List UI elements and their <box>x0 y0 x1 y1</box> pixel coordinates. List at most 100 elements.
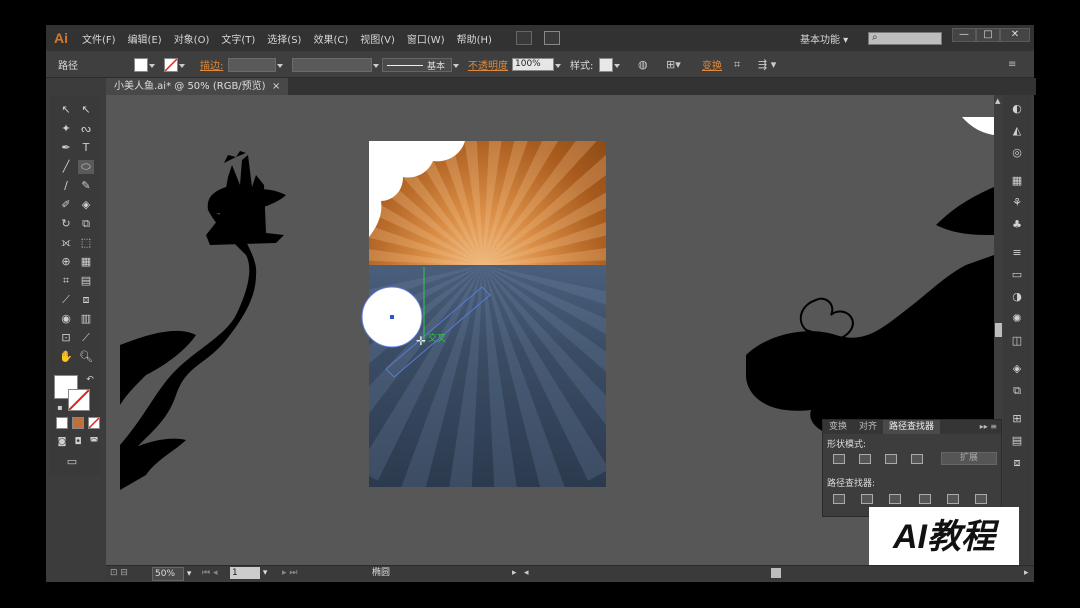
lasso-tool-icon[interactable]: ᔓ <box>78 122 94 136</box>
gradient-tool-icon[interactable]: ▤ <box>78 274 94 288</box>
opacity-field[interactable]: 100% <box>512 58 554 71</box>
outline-button[interactable] <box>947 494 959 504</box>
menu-item-1[interactable]: 编辑(E) <box>122 31 168 46</box>
artboards-icon[interactable]: ⧉ <box>1010 385 1024 397</box>
tab-align[interactable]: 对齐 <box>853 420 883 434</box>
close-tab-icon[interactable]: × <box>272 81 280 92</box>
mesh-tool-icon[interactable]: ⌗ <box>58 274 74 288</box>
gradient-icon[interactable]: ▭ <box>1010 269 1024 281</box>
gradient-mode-icon[interactable] <box>72 417 84 429</box>
artboard-number-field[interactable]: 1 ▾ <box>230 567 267 579</box>
width-tool-icon[interactable]: ⟗ <box>58 236 74 250</box>
intersect-button[interactable] <box>885 454 897 464</box>
vertical-scroll-thumb[interactable] <box>995 323 1002 337</box>
zoom-tool-icon[interactable]: 🔍︎ <box>78 350 94 364</box>
scroll-up-icon[interactable]: ▲ <box>995 97 1000 105</box>
brushes-icon[interactable]: ⚘ <box>1010 197 1024 209</box>
horizontal-scroll-thumb[interactable] <box>771 568 781 578</box>
appearance-sun-icon[interactable]: ✺ <box>1010 313 1024 325</box>
swatches-icon[interactable]: ▦ <box>1010 175 1024 187</box>
magic-wand-tool-icon[interactable]: ✦ <box>58 122 74 136</box>
artboard-tool-icon[interactable]: ⊡ <box>58 331 74 345</box>
scale-tool-icon[interactable]: ⧉ <box>78 217 94 231</box>
swap-fill-stroke-icon[interactable]: ↶ <box>82 373 98 387</box>
transform-link[interactable]: 变换 <box>702 51 722 78</box>
menu-item-2[interactable]: 对象(O) <box>168 31 216 46</box>
exclude-button[interactable] <box>911 454 923 464</box>
crop-button[interactable] <box>919 494 931 504</box>
stroke-dropdown-icon[interactable] <box>178 59 186 71</box>
stroke-swatch[interactable] <box>164 57 178 72</box>
default-colors-icon[interactable]: ▪ <box>52 401 68 415</box>
stroke-label[interactable]: 描边: <box>200 51 223 78</box>
search-input[interactable]: ⌕ <box>868 32 942 45</box>
stroke-color-box[interactable] <box>68 389 90 411</box>
brush-definition-field[interactable]: 基本 <box>382 57 452 72</box>
selection-tool-icon[interactable]: ↖ <box>58 103 74 117</box>
line-tool-icon[interactable]: ╱ <box>58 160 74 174</box>
pen-tool-icon[interactable]: ✒ <box>58 141 74 155</box>
more-options-icon[interactable]: ⇶ ▾ <box>758 51 776 78</box>
menu-item-8[interactable]: 帮助(H) <box>451 31 498 46</box>
align-options-icon[interactable]: ⊞▾ <box>666 51 681 78</box>
pathfinder-icon[interactable]: ⧈ <box>1010 457 1024 469</box>
trim-button[interactable] <box>861 494 873 504</box>
ellipse-tool-icon[interactable]: ⬭ <box>78 160 94 174</box>
draw-inside-icon[interactable]: ◚ <box>86 435 102 449</box>
screen-mode-icon[interactable]: ▭ <box>64 455 80 469</box>
isolate-object-icon[interactable]: ⌗ <box>734 51 740 78</box>
layers-icon[interactable]: ◈ <box>1010 363 1024 375</box>
tab-transform[interactable]: 变换 <box>823 420 853 434</box>
draw-behind-icon[interactable]: ◘ <box>70 435 86 449</box>
menu-item-6[interactable]: 视图(V) <box>354 31 401 46</box>
direct-selection-tool-icon[interactable]: ↖ <box>78 103 94 117</box>
color-guide-icon[interactable]: ◐ <box>1010 103 1024 115</box>
opacity-dropdown-icon[interactable] <box>554 59 562 71</box>
free-transform-tool-icon[interactable]: ⬚ <box>78 236 94 250</box>
variable-width-dropdown-icon[interactable] <box>372 59 380 71</box>
maximize-button[interactable]: □ <box>976 28 1000 42</box>
tab-pathfinder[interactable]: 路径查找器 <box>883 420 941 434</box>
stroke-weight-field[interactable] <box>228 57 276 72</box>
pencil-tool-icon[interactable]: ✎ <box>78 179 94 193</box>
menu-item-4[interactable]: 选择(S) <box>261 31 307 46</box>
type-tool-icon[interactable]: T <box>78 141 94 155</box>
minimize-button[interactable]: — <box>952 28 976 42</box>
draw-normal-icon[interactable]: ◙ <box>54 435 70 449</box>
blend-tool-icon[interactable]: ⧈ <box>78 293 94 307</box>
expand-button[interactable]: 扩展 <box>941 452 997 465</box>
transparency-icon[interactable]: ◑ <box>1010 291 1024 303</box>
eraser-tool-icon[interactable]: ◈ <box>78 198 94 212</box>
stroke-icon[interactable]: ≡ <box>1010 247 1024 259</box>
column-graph-tool-icon[interactable]: ▥ <box>78 312 94 326</box>
menu-item-0[interactable]: 文件(F) <box>76 31 122 46</box>
arrange-documents-icon[interactable] <box>543 31 560 45</box>
brush-dropdown-icon[interactable] <box>452 59 460 71</box>
transform-icon[interactable]: ▤ <box>1010 435 1024 447</box>
fill-swatch[interactable] <box>134 57 148 72</box>
stroke-weight-dropdown-icon[interactable] <box>276 59 284 71</box>
paintbrush-tool-icon[interactable]: ∕ <box>58 179 74 193</box>
variable-width-field[interactable] <box>292 57 372 72</box>
appearance-icon[interactable]: ◭ <box>1010 125 1024 137</box>
minus-front-button[interactable] <box>859 454 871 464</box>
graphic-style-dropdown-icon[interactable] <box>613 59 621 71</box>
symbol-sprayer-tool-icon[interactable]: ◉ <box>58 312 74 326</box>
none-mode-icon[interactable] <box>88 417 100 429</box>
align-icon[interactable]: ⊞ <box>1010 413 1024 425</box>
fill-dropdown-icon[interactable] <box>148 59 156 71</box>
color-mode-icon[interactable] <box>56 417 68 429</box>
panel-menu-icon[interactable]: ▸▸ ≡ <box>980 420 1001 434</box>
panel-menu-icon[interactable]: ≡ <box>1008 51 1016 78</box>
hand-tool-icon[interactable]: ✋ <box>58 350 74 364</box>
shape-builder-tool-icon[interactable]: ⊕ <box>58 255 74 269</box>
scroll-left-icon[interactable]: ◂ <box>524 567 529 579</box>
recolor-artwork-icon[interactable]: ◍ <box>638 51 648 78</box>
rotate-tool-icon[interactable]: ↻ <box>58 217 74 231</box>
minus-back-button[interactable] <box>975 494 987 504</box>
eyedropper-tool-icon[interactable]: ⟋ <box>58 293 74 307</box>
bridge-icon[interactable] <box>515 31 532 45</box>
graphic-style-swatch[interactable] <box>599 57 613 72</box>
status-menu-icon[interactable]: ▸ <box>512 567 517 579</box>
menu-item-3[interactable]: 文字(T) <box>215 31 261 46</box>
